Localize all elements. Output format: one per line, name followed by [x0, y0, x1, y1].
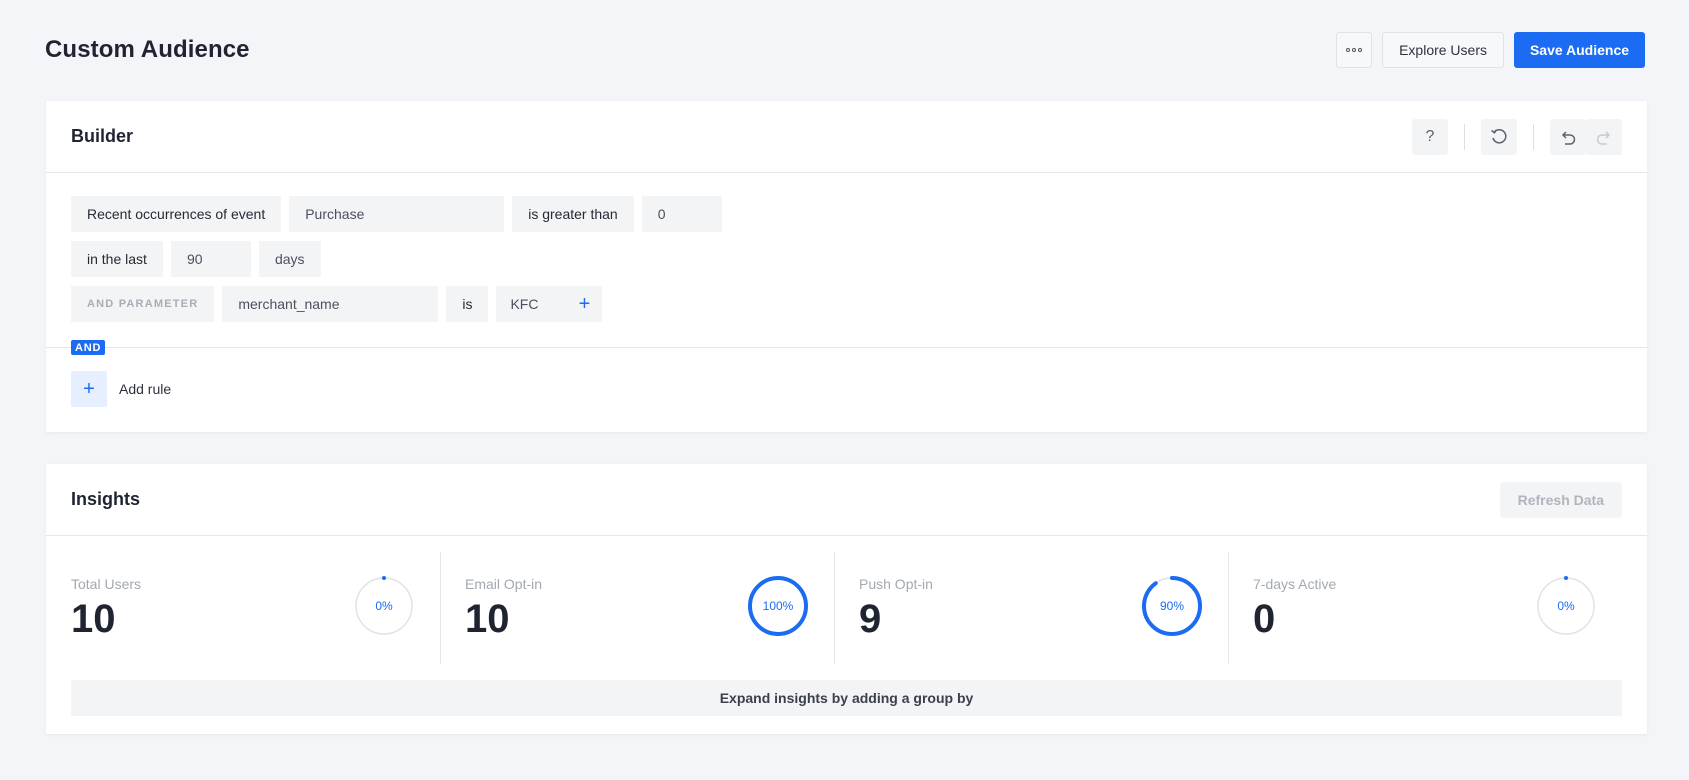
plus-icon: + [83, 377, 95, 400]
metric-label: 7-days Active [1253, 576, 1337, 592]
parameter-value-input[interactable]: KFC [496, 286, 567, 322]
metric-label: Total Users [71, 576, 142, 592]
parameter-operator-select[interactable]: is [446, 286, 489, 322]
builder-header: Builder ? [46, 101, 1647, 173]
percent-ring: 0% [354, 576, 414, 636]
explore-users-button[interactable]: Explore Users [1382, 32, 1504, 68]
add-rule-label[interactable]: Add rule [119, 381, 171, 397]
toolbar-divider [1533, 123, 1534, 150]
rule-group: Recent occurrences of event Purchase is … [46, 173, 1647, 322]
metric-value: 0 [1253, 597, 1276, 641]
refresh-data-button[interactable]: Refresh Data [1499, 481, 1622, 518]
time-range-select[interactable]: in the last [71, 241, 163, 277]
rule-row-event: Recent occurrences of event Purchase is … [71, 196, 1622, 232]
save-audience-button[interactable]: Save Audience [1514, 32, 1645, 68]
metric-email-optin: Email Opt-in 10 100% [441, 552, 835, 664]
and-divider [46, 347, 1647, 348]
metric-value: 10 [465, 597, 510, 641]
insights-card: Insights Refresh Data Total Users 10 0% … [46, 464, 1647, 734]
more-options-button[interactable] [1336, 32, 1373, 68]
add-rule: + Add rule [71, 371, 171, 407]
percent-label: 0% [1557, 599, 1575, 613]
percent-ring: 100% [748, 576, 808, 636]
header-actions: Explore Users Save Audience [1336, 32, 1645, 68]
reset-button[interactable] [1481, 118, 1517, 155]
metrics-row: Total Users 10 0% Email Opt-in 10 100% P… [71, 552, 1622, 664]
event-name-input[interactable]: Purchase [289, 196, 505, 232]
builder-toolbar: ? [1412, 118, 1622, 155]
count-value-input[interactable]: 0 [641, 196, 722, 232]
and-badge: AND [71, 340, 106, 355]
help-icon: ? [1425, 127, 1435, 145]
percent-ring: 90% [1142, 576, 1202, 636]
percent-ring: 0% [1536, 576, 1596, 636]
time-unit-select[interactable]: days [258, 241, 321, 277]
metric-value: 9 [859, 597, 882, 641]
undo-button[interactable] [1550, 118, 1586, 155]
redo-icon [1596, 130, 1611, 145]
redo-button[interactable] [1586, 118, 1622, 155]
undo-icon [1561, 130, 1576, 145]
builder-card: Builder ? Recent occurrences of event Pu… [46, 101, 1647, 432]
toolbar-divider [1464, 123, 1465, 150]
reset-icon [1491, 128, 1507, 144]
builder-title: Builder [71, 126, 134, 146]
metric-7day-active: 7-days Active 0 0% [1229, 552, 1622, 664]
add-parameter-button[interactable]: + [566, 286, 603, 322]
percent-label: 0% [375, 599, 393, 613]
event-condition-select[interactable]: Recent occurrences of event [71, 196, 282, 232]
percent-label: 100% [763, 599, 794, 613]
rule-row-parameter: AND PARAMETER merchant_name is KFC + [71, 286, 1622, 322]
insights-title: Insights [71, 489, 141, 509]
metric-value: 10 [71, 597, 116, 641]
parameter-name-input[interactable]: merchant_name [222, 286, 439, 322]
page-title: Custom Audience [45, 36, 250, 63]
metric-total-users: Total Users 10 0% [71, 552, 441, 664]
page-header: Custom Audience Explore Users Save Audie… [45, 32, 1645, 68]
rule-row-time: in the last 90 days [71, 241, 1622, 277]
operator-select[interactable]: is greater than [512, 196, 634, 232]
add-rule-button[interactable]: + [71, 371, 107, 407]
and-parameter-label: AND PARAMETER [71, 286, 215, 322]
plus-icon: + [578, 292, 591, 315]
percent-label: 90% [1160, 599, 1184, 613]
metric-label: Email Opt-in [465, 576, 543, 592]
time-amount-input[interactable]: 90 [170, 241, 251, 277]
group-by-prompt[interactable]: Expand insights by adding a group by [71, 680, 1622, 716]
more-horizontal-icon [1346, 48, 1363, 52]
metric-label: Push Opt-in [859, 576, 933, 592]
help-button[interactable]: ? [1412, 118, 1448, 155]
metric-push-optin: Push Opt-in 9 90% [835, 552, 1229, 664]
insights-header: Insights Refresh Data [46, 464, 1647, 536]
